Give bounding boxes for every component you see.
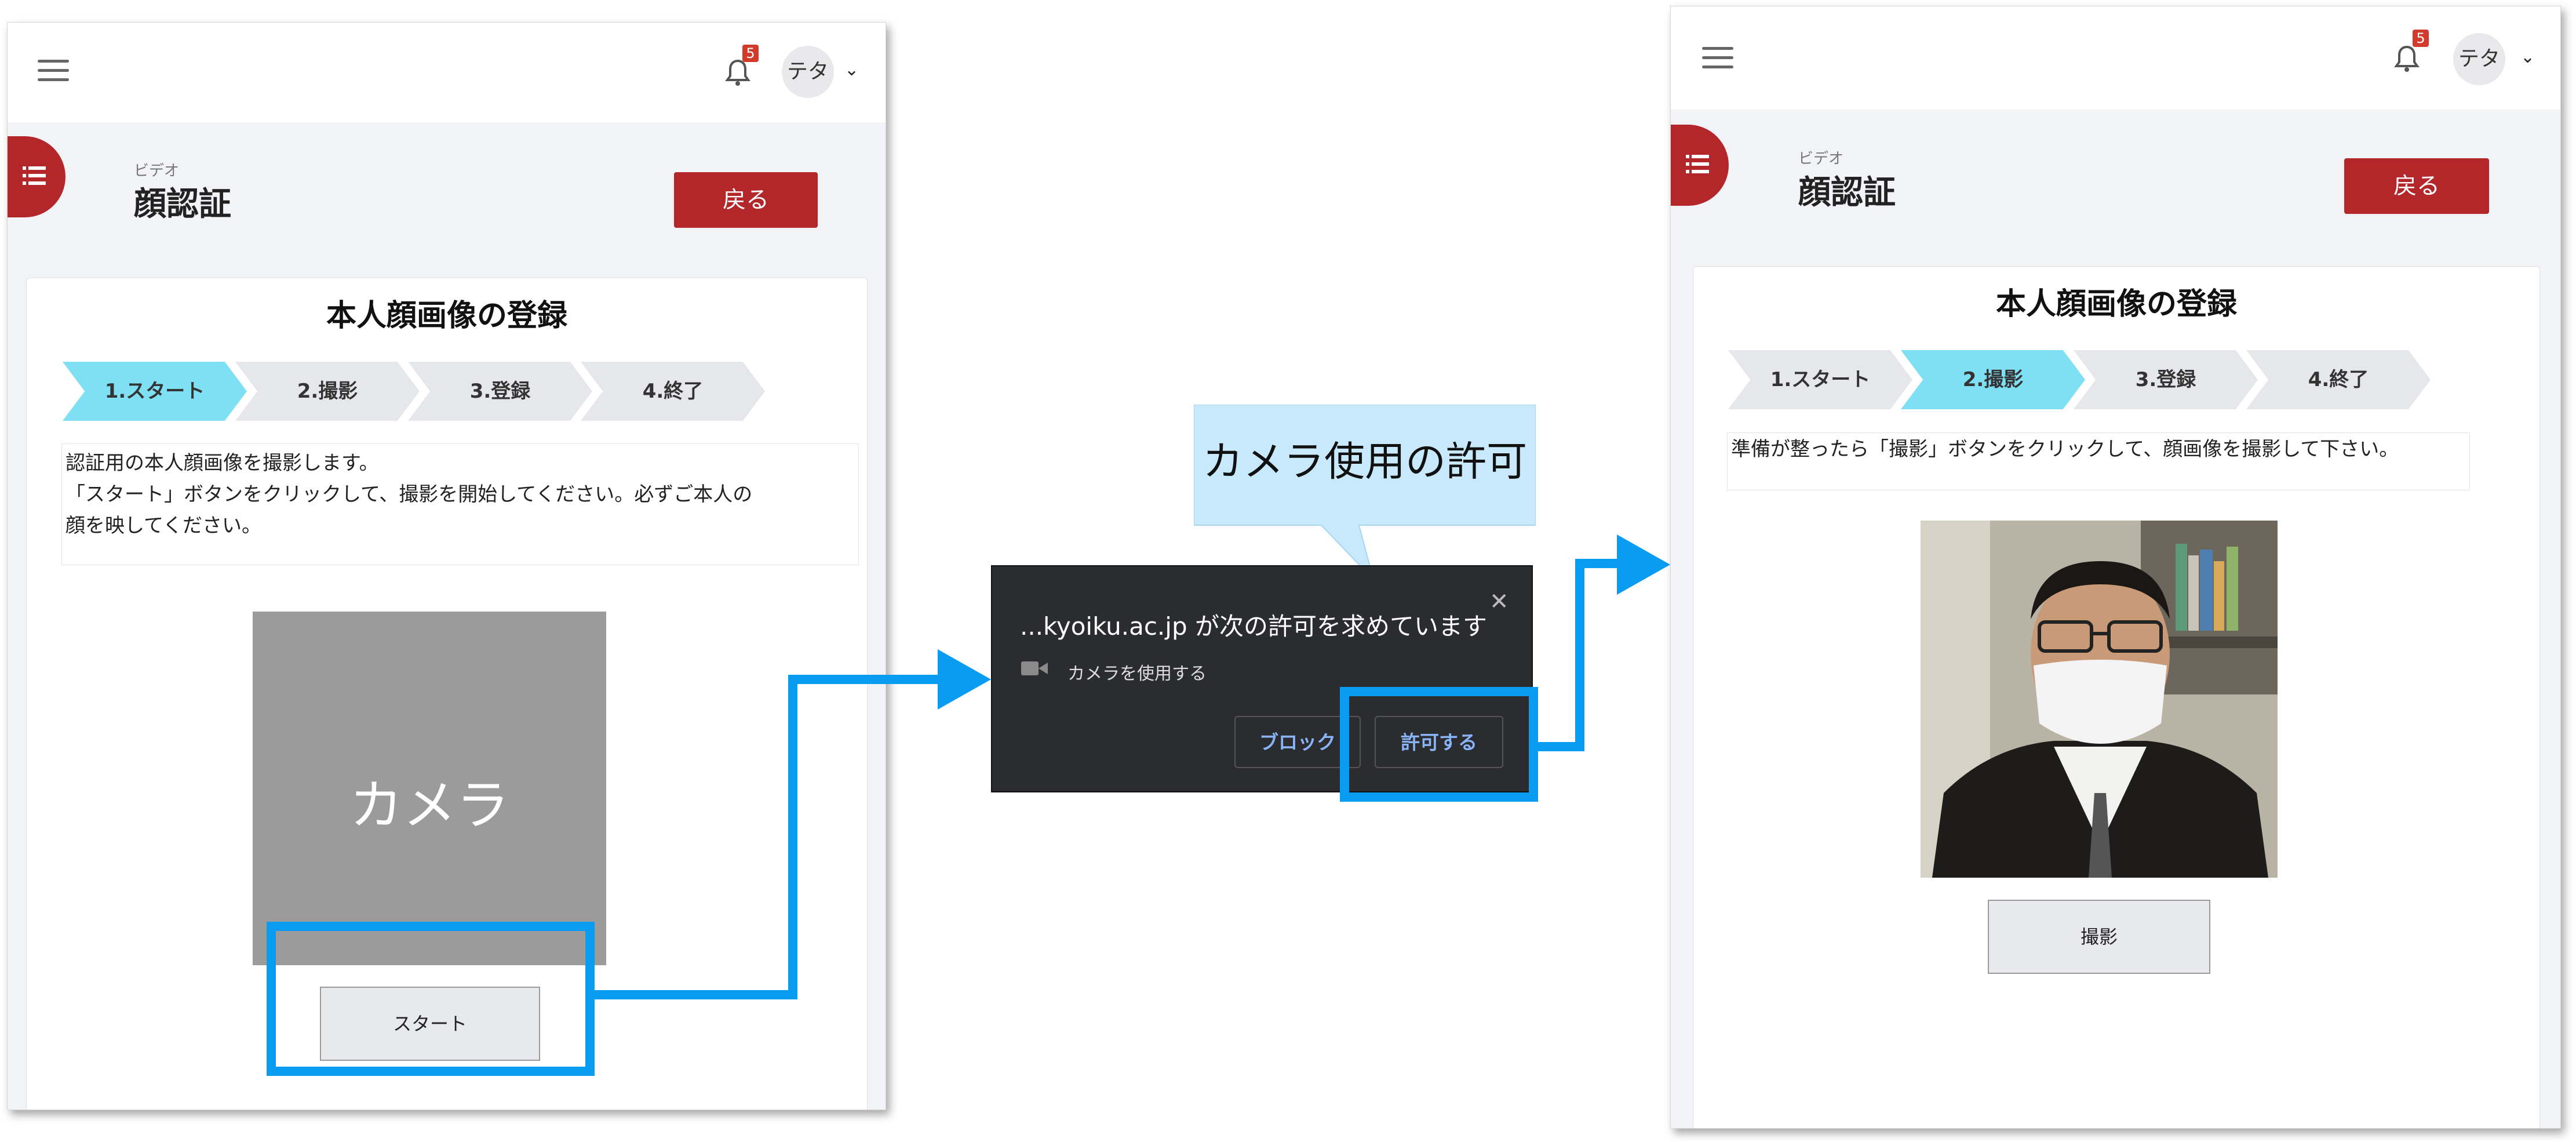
back-button[interactable]: 戻る: [674, 172, 818, 228]
chevron-down-icon[interactable]: ⌄: [2520, 47, 2535, 67]
step-finish: 4.終了: [2246, 350, 2431, 409]
camera-placeholder-label: カメラ: [349, 774, 509, 837]
instruction-line: 「スタート」ボタンをクリックして、撮影を開始してください。必ずご本人の: [65, 483, 753, 506]
list-menu-button[interactable]: [8, 136, 65, 217]
step-indicator: 1.スタート 2.撮影 3.登録 4.終了: [1728, 350, 2431, 409]
menu-icon[interactable]: [38, 60, 69, 82]
notification-badge: 5: [742, 45, 759, 62]
step-capture: 2.撮影: [1901, 350, 2085, 409]
camera-feed: [1921, 521, 2278, 878]
list-icon: [23, 166, 46, 185]
page-kicker: ビデオ: [1798, 150, 1844, 168]
chevron-down-icon[interactable]: ⌄: [844, 60, 859, 80]
notification-bell-icon[interactable]: [2394, 45, 2420, 76]
list-menu-button[interactable]: [1671, 125, 1729, 206]
step-capture: 2.撮影: [235, 362, 420, 421]
dialog-title: ...kyoiku.ac.jp が次の許可を求めています: [1020, 612, 1487, 641]
user-avatar[interactable]: テタ: [2453, 33, 2505, 85]
permission-text: カメラを使用する: [1067, 664, 1207, 684]
instruction-line: 認証用の本人顔画像を撮影します。: [65, 452, 379, 475]
connector-line: [1575, 559, 1584, 751]
list-icon: [1686, 155, 1709, 173]
allow-button-highlight: [1340, 687, 1538, 802]
step-register: 3.登録: [2074, 350, 2258, 409]
card-title: 本人顔画像の登録: [326, 299, 567, 333]
step-register: 3.登録: [408, 362, 592, 421]
back-button[interactable]: 戻る: [2344, 158, 2489, 214]
step-finish: 4.終了: [581, 362, 765, 421]
menu-icon[interactable]: [1702, 47, 1733, 69]
step-start: 1.スタート: [63, 362, 247, 421]
notification-bell-icon[interactable]: [725, 59, 750, 90]
step-start: 1.スタート: [1728, 350, 1912, 409]
step-indicator: 1.スタート 2.撮影 3.登録 4.終了: [63, 362, 765, 421]
page-kicker: ビデオ: [134, 162, 180, 180]
arrow-head-icon: [1617, 534, 1670, 595]
notification-badge: 5: [2413, 30, 2429, 47]
page-title: 顔認証: [1798, 174, 1896, 212]
top-bar: 5 テタ ⌄: [1671, 6, 2560, 110]
registration-card: 本人顔画像の登録 1.スタート 2.撮影 3.登録 4.終了 準備が整ったら「撮…: [1693, 266, 2540, 1128]
top-bar: 5 テタ ⌄: [8, 23, 886, 122]
instruction-text: 認証用の本人顔画像を撮影します。 「スタート」ボタンをクリックして、撮影を開始し…: [61, 443, 859, 565]
callout-text: カメラ使用の許可: [1203, 438, 1527, 485]
camera-icon: [1021, 661, 1048, 675]
page-title: 顔認証: [134, 186, 231, 223]
capture-button[interactable]: 撮影: [1988, 900, 2210, 974]
connector-line: [595, 990, 797, 999]
screen-step2: 5 テタ ⌄ ビデオ 顔認証 戻る 本人顔画像の登録 1.スタート 2.撮影 3…: [1670, 6, 2561, 1129]
start-button-highlight: [267, 922, 595, 1076]
close-icon[interactable]: ✕: [1489, 588, 1509, 615]
connector-line: [788, 675, 797, 999]
arrow-head-icon: [938, 649, 991, 710]
instruction-line: 顔を映してください。: [65, 514, 261, 537]
instruction-text: 準備が整ったら「撮影」ボタンをクリックして、顔画像を撮影して下さい。: [1727, 432, 2470, 490]
user-avatar[interactable]: テタ: [782, 46, 834, 98]
card-title: 本人顔画像の登録: [1995, 287, 2237, 322]
connector-line: [788, 675, 950, 684]
